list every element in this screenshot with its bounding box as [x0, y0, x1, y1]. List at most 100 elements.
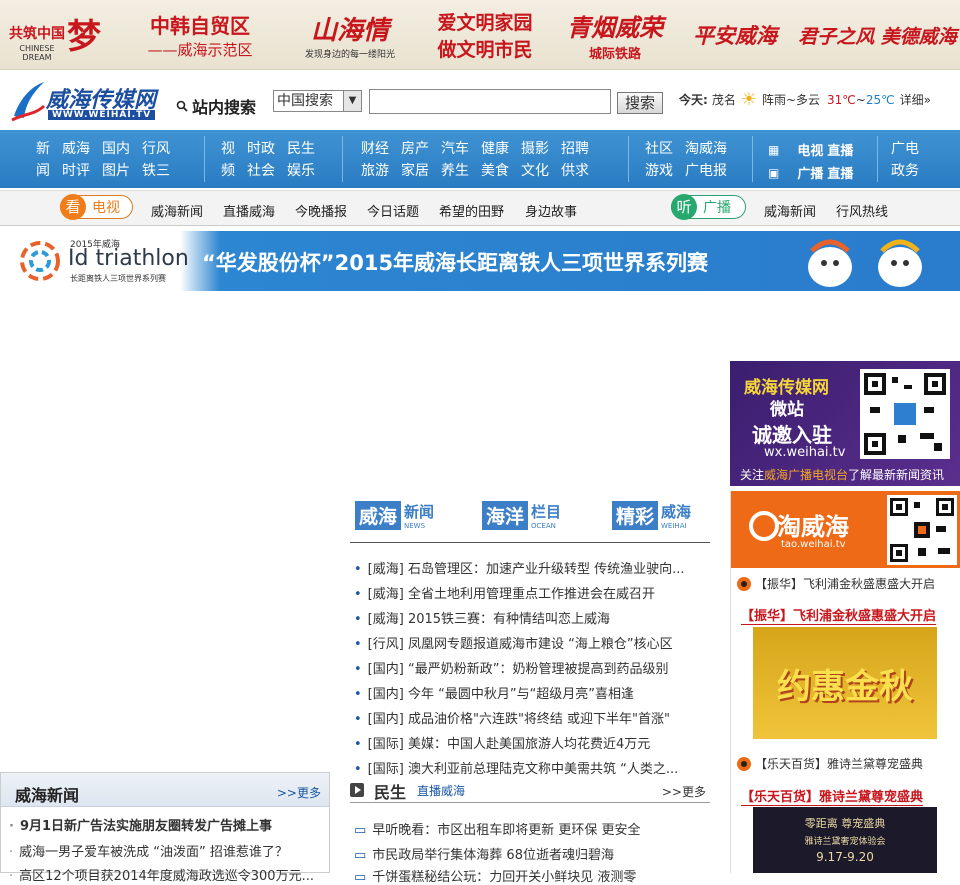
nav-item[interactable]: 汽车 — [441, 138, 469, 160]
fta-ad[interactable]: 中韩自贸区 ——威海示范区 — [130, 0, 270, 70]
wechat-site-ad[interactable]: 威海传媒网 微站 诚邀入驻 wx.weihai.tv 关注威海广播电视台了解最新… — [730, 361, 960, 486]
headline-item[interactable]: • [国内] 今年 “最圆中秋月”与“超级月亮”喜相逢 — [354, 683, 634, 702]
nav-item[interactable]: 美食 — [481, 160, 509, 182]
nav-item[interactable]: 图片 — [102, 160, 130, 182]
left-news-more-link[interactable]: >>更多 — [277, 784, 321, 801]
shanhaiqing-ad[interactable]: 山海情 发现身边的每一缕阳光 — [285, 0, 415, 70]
top-ad-banner[interactable]: 共筑中国 梦 CHINESE DREAM 中韩自贸区 ——威海示范区 山海情 发… — [0, 0, 960, 70]
headline-item[interactable]: • [威海] 石岛管理区：加速产业升级转型 传统渔业驶向... — [354, 558, 685, 577]
nav-item[interactable]: 财经 — [361, 138, 389, 160]
pingan-ad[interactable]: 平安威海 — [685, 0, 785, 70]
rail-ad[interactable]: 青烟威荣 城际铁路 — [555, 0, 675, 70]
nav-radio-live[interactable]: ▣ 广播 直播 — [768, 163, 853, 183]
minsheng-more-link[interactable]: >>更多 — [662, 783, 706, 800]
nav-tv-live[interactable]: ▦ 电视 直播 — [768, 140, 853, 160]
video-icon: ▭ — [354, 823, 367, 838]
nav-item[interactable]: 健康 — [481, 138, 509, 160]
search-button[interactable]: 搜索 — [617, 92, 663, 114]
left-news-item[interactable]: · 9月1日新广告法实施朋友圈转发广告摊上事 — [9, 815, 272, 834]
nav-item[interactable]: 养生 — [441, 160, 469, 182]
weather-detail-link[interactable]: 详细» — [900, 91, 931, 108]
nav-item[interactable]: 摄影 — [521, 138, 549, 160]
headline-item[interactable]: • [威海] 2015铁三赛：有种情结叫恋上威海 — [354, 608, 610, 627]
tao-item[interactable]: 【振华】飞利浦金秋盛惠盛大开启 — [737, 575, 935, 592]
nav-item[interactable]: 闻 — [36, 160, 50, 182]
promo-image-estee[interactable]: 零距离 尊宠盛典 雅诗兰黛奢宠体验会 9.17-9.20 — [753, 807, 937, 873]
radio-pill[interactable]: 听 广播 — [671, 194, 746, 220]
triathlon-banner[interactable]: 2015年威海 Id triathlon 长距离铁人三项世界系列赛 “华发股份杯… — [0, 231, 960, 291]
nav-item[interactable]: 时评 — [62, 160, 90, 182]
logo-url: WWW.WEIHAI.TV — [48, 110, 156, 120]
nav-item[interactable]: 铁三 — [142, 160, 170, 182]
promo-image-philips[interactable]: 约惠金秋 — [753, 627, 937, 739]
radio-pill-tag: 听 — [671, 194, 697, 220]
nav-item[interactable]: 社会 — [247, 160, 275, 182]
radio-subitem[interactable]: 行风热线 — [836, 201, 888, 220]
search-engine-select[interactable]: 中国搜索 ▼ — [273, 90, 362, 112]
tv-subitem[interactable]: 希望的田野 — [439, 201, 504, 220]
tv-subitem[interactable]: 直播威海 — [223, 201, 275, 220]
junzi-ad[interactable]: 君子之风 美德威海 — [795, 0, 960, 70]
nav-item[interactable]: 社区 — [645, 138, 673, 160]
minsheng-item[interactable]: ▭ 市民政局举行集体海葬 68位逝者魂归碧海 — [354, 844, 614, 863]
headline-item[interactable]: • [威海] 全省土地利用管理重点工作推进会在威召开 — [354, 583, 655, 602]
nav-item[interactable]: 行风 — [142, 138, 170, 160]
nav-item[interactable]: 视 — [221, 138, 235, 160]
triathlon-title: “华发股份杯”2015年威海长距离铁人三项世界系列赛 — [202, 251, 709, 275]
minsheng-item[interactable]: ▭ 千饼蛋糕秘结公玩：力回开关小鲜块见 液测零 — [354, 866, 636, 885]
weather-city[interactable]: 茂名 — [712, 91, 736, 108]
tao-item[interactable]: 【乐天百货】雅诗兰黛尊宠盛典 — [737, 755, 923, 772]
minsheng-sub-link[interactable]: 直播威海 — [417, 782, 465, 799]
radio-pill-word: 广播 — [703, 200, 731, 216]
nav-item[interactable]: 房产 — [401, 138, 429, 160]
nav-item[interactable]: 招聘 — [561, 138, 589, 160]
tv-subitem[interactable]: 今晚播报 — [295, 201, 347, 220]
headline-item[interactable]: • [行风] 凤凰网专题报道威海市建设 “海上粮仓”核心区 — [354, 633, 673, 652]
headline-item[interactable]: • [国际] 澳大利亚前总理陆克文称中美需共筑 “人类之... — [354, 758, 678, 777]
nav-item[interactable]: 广电 — [891, 138, 919, 160]
headline-item[interactable]: • [国际] 美媒：中国人赴美国旅游人均花费近4万元 — [354, 733, 650, 752]
nav-item[interactable]: 时政 — [247, 138, 275, 160]
search-input[interactable] — [369, 89, 611, 114]
nav-item[interactable]: 旅游 — [361, 160, 389, 182]
nav-item[interactable]: 国内 — [102, 138, 130, 160]
tab-ocean[interactable]: 海洋 栏目 OCEAN — [482, 501, 561, 530]
tab-jingcai[interactable]: 精彩 威海 WEIHAI — [612, 501, 691, 530]
headline-item[interactable]: • [国内] “最严奶粉新政”：奶粉管理被提高到药品级别 — [354, 658, 668, 677]
nav-item[interactable]: 供求 — [561, 160, 589, 182]
nav-item[interactable]: 广电报 — [685, 160, 727, 182]
tv-subitem[interactable]: 今日话题 — [367, 201, 419, 220]
tao-item-link[interactable]: 【乐天百货】雅诗兰黛尊宠盛典 — [741, 786, 924, 806]
nav-item[interactable]: 游戏 — [645, 160, 673, 182]
civil-line-1: 爱文明家园 — [437, 12, 533, 34]
headline-text: 石岛管理区：加速产业升级转型 传统渔业驶向... — [407, 562, 685, 577]
tv-pill[interactable]: 看 电视 — [60, 194, 133, 220]
headline-text: 澳大利亚前总理陆克文称中美需共筑 “人类之... — [407, 762, 679, 777]
nav-item[interactable]: 新 — [36, 138, 50, 160]
chinese-dream-ad[interactable]: 共筑中国 梦 CHINESE DREAM — [0, 0, 110, 70]
left-news-item[interactable]: · 威海一男子爱车被洗成 “油泼面” 招谁惹谁了？ — [9, 841, 288, 860]
nav-item[interactable]: 民生 — [287, 138, 315, 160]
civil-line-2: 做文明市民 — [437, 39, 533, 61]
headline-item[interactable]: • [国内] 成品油价格"六连跌"将终结 或迎下半年"首涨" — [354, 708, 670, 727]
nav-item[interactable]: 威海 — [62, 138, 90, 160]
qr-code-icon — [887, 495, 957, 565]
nav-item[interactable]: 淘威海 — [685, 138, 727, 160]
nav-item[interactable]: 频 — [221, 160, 235, 182]
tv-subitem[interactable]: 威海新闻 — [151, 201, 203, 220]
civil-ad[interactable]: 爱文明家园 做文明市民 — [425, 0, 545, 70]
nav-item[interactable]: 文化 — [521, 160, 549, 182]
tao-weihai-banner[interactable]: 淘威海 tao.weihai.tv — [731, 491, 960, 568]
site-logo[interactable]: 威海传媒网 WWW.WEIHAI.TV — [10, 78, 165, 124]
tao-item-link[interactable]: 【振华】飞利浦金秋盛惠盛大开启 — [741, 605, 937, 625]
left-news-text: 威海一男子爱车被洗成 “油泼面” 招谁惹谁了？ — [19, 845, 288, 860]
nav-item[interactable]: 政务 — [891, 160, 919, 182]
tv-subitem[interactable]: 身边故事 — [525, 201, 577, 220]
radio-subitem[interactable]: 威海新闻 — [764, 201, 816, 220]
radio-icon: ▣ — [768, 165, 780, 180]
nav-item[interactable]: 娱乐 — [287, 160, 315, 182]
minsheng-item[interactable]: ▭ 早听晚看：市区出租车即将更新 更环保 更安全 — [354, 819, 641, 838]
tab-weihai-news[interactable]: 威海 新闻 NEWS — [355, 501, 434, 530]
nav-item[interactable]: 家居 — [401, 160, 429, 182]
left-news-item[interactable]: · 高区12个项目获2014年度威海政选巡令300万元... — [9, 865, 314, 884]
